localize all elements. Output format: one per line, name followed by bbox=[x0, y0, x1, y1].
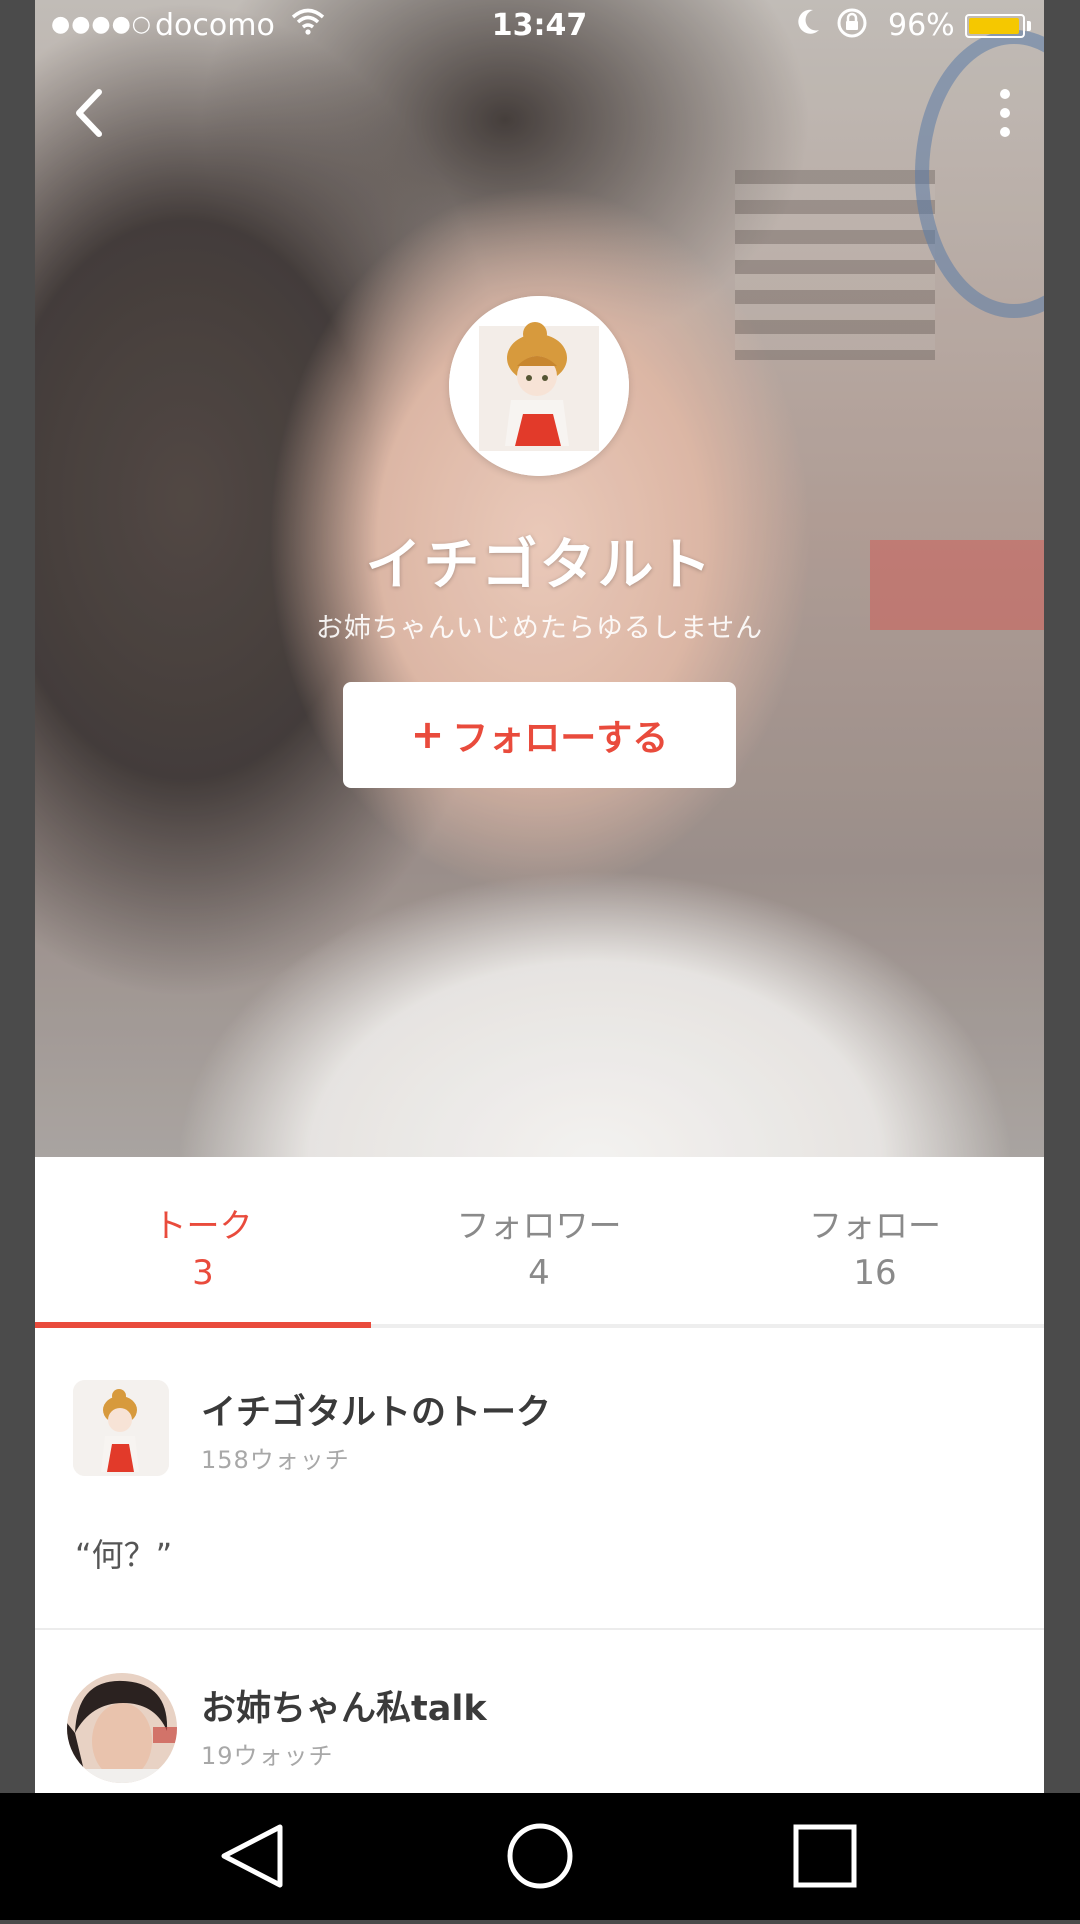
follow-button[interactable]: + フォローする bbox=[343, 682, 736, 788]
tab-talk-label: トーク bbox=[153, 1206, 253, 1245]
nav-recents-button[interactable] bbox=[750, 1793, 900, 1920]
talk-watch-count: 19ウォッチ bbox=[201, 1742, 334, 1770]
circle-home-icon bbox=[507, 1823, 573, 1889]
profile-avatar[interactable] bbox=[449, 296, 629, 476]
talk-thumbnail-photo bbox=[67, 1673, 177, 1783]
profile-name: イチゴタルト bbox=[365, 533, 714, 598]
talk-thumbnail bbox=[73, 1380, 169, 1476]
list-item[interactable]: イチゴタルトのトーク 158ウォッチ “何？” bbox=[35, 1330, 1044, 1628]
chevron-left-icon bbox=[76, 89, 102, 137]
square-recents-icon bbox=[793, 1824, 857, 1888]
system-navigation-bar bbox=[0, 1793, 1080, 1920]
active-tab-indicator bbox=[35, 1322, 371, 1328]
battery-icon bbox=[965, 14, 1025, 38]
talk-watch-count: 158ウォッチ bbox=[201, 1446, 350, 1474]
profile-tabs: トーク 3 フォロワー 4 フォロー 16 bbox=[35, 1157, 1044, 1328]
talk-title: お姉ちゃん私talk bbox=[201, 1689, 487, 1729]
profile-bio: お姉ちゃんいじめたらゆるしません bbox=[315, 613, 764, 644]
talk-quote: “何？” bbox=[75, 1536, 173, 1574]
status-bar: ●●●●○ docomo 13:47 96% bbox=[35, 0, 1044, 54]
tab-followers-label: フォロワー bbox=[456, 1206, 622, 1245]
battery-tip bbox=[1027, 21, 1031, 31]
avatar-illustration bbox=[449, 296, 629, 476]
battery-level bbox=[969, 18, 1019, 34]
tab-talk[interactable]: トーク 3 bbox=[35, 1157, 371, 1328]
follow-button-label: フォローする bbox=[452, 718, 669, 759]
plus-icon: + bbox=[410, 712, 445, 758]
tab-following[interactable]: フォロー 16 bbox=[707, 1157, 1043, 1328]
triangle-back-icon bbox=[221, 1824, 283, 1888]
talk-thumbnail-illustration bbox=[73, 1380, 169, 1476]
list-item[interactable]: お姉ちゃん私talk 19ウォッチ bbox=[35, 1630, 1044, 1793]
back-button[interactable] bbox=[63, 80, 119, 146]
rotation-lock-icon bbox=[835, 6, 869, 47]
profile-screen: ●●●●○ docomo 13:47 96% イチゴタルト お姉ちゃんいじめたら… bbox=[35, 0, 1044, 1793]
battery-percent: 96% bbox=[888, 8, 955, 43]
tab-following-count: 16 bbox=[853, 1253, 897, 1293]
do-not-disturb-icon bbox=[795, 6, 823, 43]
nav-home-button[interactable] bbox=[465, 1793, 615, 1920]
talk-thumbnail bbox=[67, 1673, 177, 1783]
more-options-button[interactable] bbox=[987, 80, 1023, 146]
tab-talk-count: 3 bbox=[192, 1253, 214, 1293]
tab-following-label: フォロー bbox=[809, 1206, 941, 1245]
nav-back-button[interactable] bbox=[180, 1793, 330, 1920]
tab-followers-count: 4 bbox=[528, 1253, 550, 1293]
more-vertical-icon bbox=[1000, 89, 1010, 137]
cover-photo: ●●●●○ docomo 13:47 96% イチゴタルト お姉ちゃんいじめたら… bbox=[35, 0, 1044, 1157]
tab-followers[interactable]: フォロワー 4 bbox=[371, 1157, 707, 1328]
talk-title: イチゴタルトのトーク bbox=[201, 1393, 552, 1433]
